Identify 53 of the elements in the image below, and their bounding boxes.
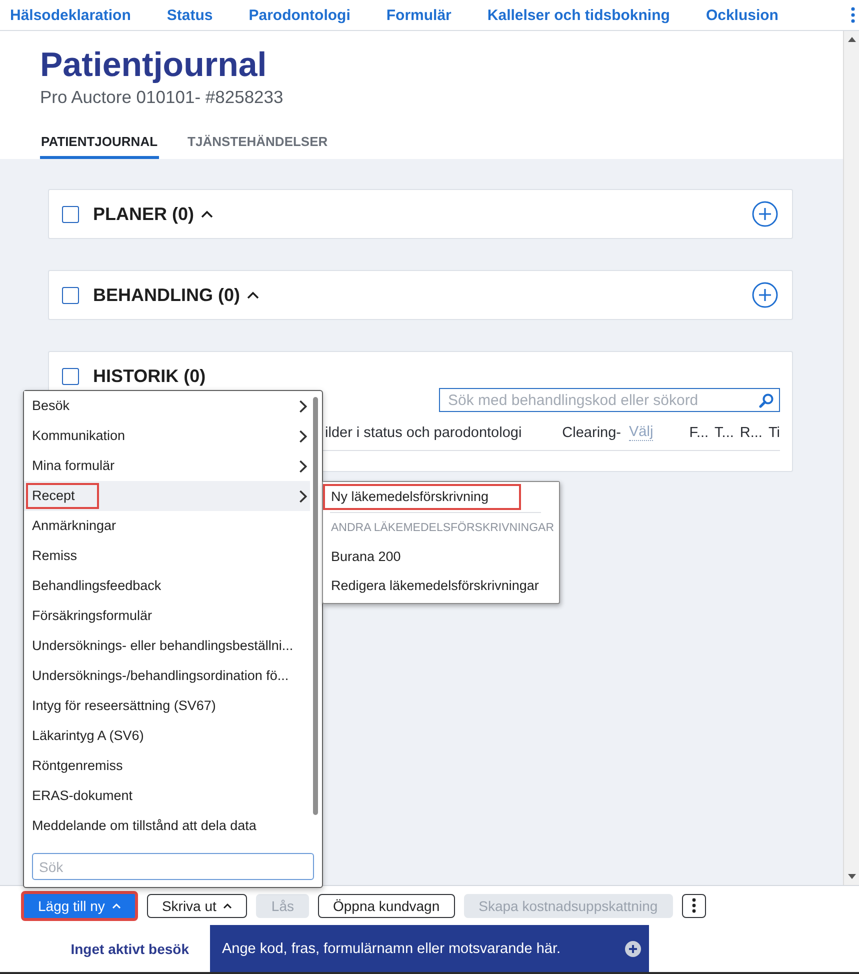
command-input[interactable]: Ange kod, fras, formulärnamn eller motsvarande här. <box>210 925 649 972</box>
toolbar-button[interactable]: Lägg till ny <box>21 890 138 920</box>
scrollbar[interactable] <box>843 31 859 885</box>
filter-label: ilder i status och parodontologi <box>325 424 522 440</box>
tab[interactable]: TJÄNSTEHÄNDELSER <box>186 126 329 159</box>
column-header[interactable]: F... <box>689 424 709 440</box>
menu-item[interactable]: Redigera läkemedelsförskrivningar <box>323 571 559 600</box>
add-icon[interactable] <box>625 940 641 956</box>
section-title: HISTORIK (0) <box>93 365 206 387</box>
add-icon[interactable] <box>752 282 778 308</box>
more-icon <box>692 898 696 913</box>
more-button[interactable] <box>682 894 706 918</box>
chevron-right-icon <box>299 400 307 412</box>
clearing-label: Clearing- <box>562 424 622 440</box>
search-field[interactable]: Sök <box>32 853 314 880</box>
search-icon[interactable] <box>759 392 774 408</box>
section-title: PLANER (0) <box>93 203 194 225</box>
visit-status: Inget aktivt besök <box>70 940 189 956</box>
menu-item[interactable]: Besök <box>24 391 310 421</box>
toolbar-button[interactable]: Skriva ut <box>146 894 248 918</box>
menu-item[interactable]: Recept <box>24 481 310 511</box>
chevron-up-icon[interactable] <box>247 291 259 299</box>
section-title: BEHANDLING (0) <box>93 284 240 306</box>
scroll-up-icon[interactable] <box>848 37 856 42</box>
nav-link[interactable]: Formulär <box>386 6 452 24</box>
menu-item[interactable]: Kommunikation <box>24 421 310 451</box>
toolbar-button[interactable]: Öppna kundvagn <box>318 894 455 918</box>
chevron-right-icon <box>299 460 307 472</box>
menu-item[interactable]: Mina formulär <box>24 451 310 481</box>
page-title: Patientjournal <box>40 45 268 85</box>
nav-link[interactable]: Kallelser och tidsbokning <box>487 6 670 24</box>
chevron-up-icon[interactable] <box>201 210 214 218</box>
chevron-right-icon <box>299 490 307 502</box>
patient-subtitle: Pro Auctore 010101- #8258233 <box>40 87 284 108</box>
add-icon[interactable] <box>752 201 778 227</box>
column-header[interactable]: R... <box>740 424 762 440</box>
column-header[interactable]: T... <box>714 424 734 440</box>
scroll-down-icon[interactable] <box>848 874 856 879</box>
column-header[interactable]: Ti <box>768 424 780 440</box>
nav-link[interactable]: Status <box>166 6 213 24</box>
checkbox[interactable] <box>62 286 79 304</box>
search-field[interactable]: Sök med behandlingskod eller sökord <box>439 388 780 412</box>
scrollbar-thumb[interactable] <box>313 397 318 815</box>
checkbox[interactable] <box>62 206 79 222</box>
checkbox[interactable] <box>62 368 79 384</box>
submenu-heading: ANDRA LÄKEMEDELSFÖRSKRIVNINGAR <box>330 520 556 536</box>
nav-link[interactable]: Hälsodeklaration <box>10 6 131 24</box>
menu-item[interactable]: Burana 200 <box>323 542 559 571</box>
chevron-right-icon <box>299 430 307 442</box>
menu-item[interactable]: Ny läkemedelsförskrivning <box>323 482 559 511</box>
nav-link[interactable]: Ocklusion <box>706 6 778 24</box>
more-icon[interactable] <box>851 7 855 23</box>
nav-link[interactable]: Parodontologi <box>248 6 350 24</box>
